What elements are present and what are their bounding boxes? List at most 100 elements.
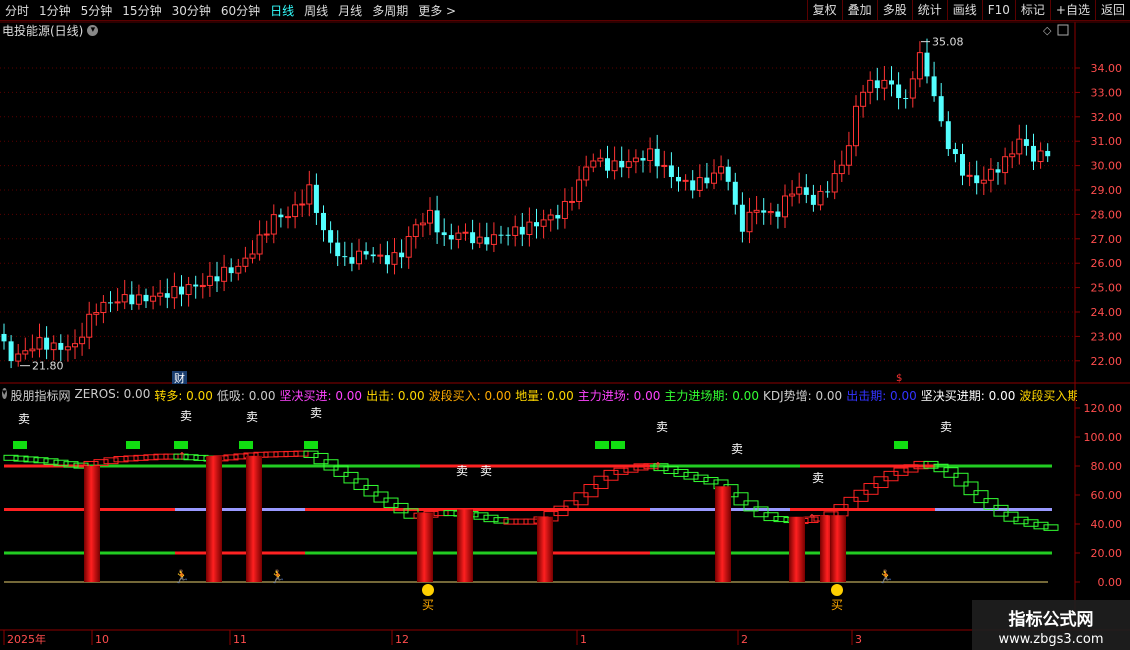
low-price-label: 21.80: [32, 360, 64, 373]
candle-body: [476, 236, 483, 244]
sell-label: 卖: [180, 409, 192, 423]
oscillator-step: [733, 492, 749, 506]
indicator-legend-item: 坚决买进期: 0.00: [920, 389, 1016, 403]
price-grid: [0, 67, 1075, 362]
candle-body: [214, 276, 220, 282]
candle-body: [803, 187, 809, 195]
candle-body: [498, 234, 504, 236]
signal-bar: [206, 455, 222, 582]
candle-body: [903, 98, 909, 100]
indicator-legend-item: 地量: 0.00: [515, 389, 574, 403]
candle-body: [335, 242, 341, 257]
indicator-name[interactable]: 股朋指标网: [11, 387, 71, 404]
time-axis: 2025年 10 11 12 1 2 3: [3, 630, 862, 646]
candle-body: [980, 179, 987, 184]
candle-body: [711, 172, 717, 184]
window-icon[interactable]: [1057, 24, 1069, 36]
candle-body: [249, 253, 256, 259]
signal-block: [239, 441, 253, 449]
price-tick-label: 31.00: [1091, 135, 1123, 148]
candle-body: [867, 79, 874, 93]
candle-body: [625, 161, 632, 168]
candle-body: [50, 342, 57, 351]
watermark: 指标公式网 www.zbgs3.com: [972, 600, 1130, 650]
candle-body: [1045, 150, 1051, 157]
candle-body: [690, 180, 696, 191]
oscillator-step: [1023, 519, 1039, 527]
indicator-legend: ▾ 股朋指标网 ZEROS: 0.00 转多: 0.00 低吸: 0.00 坚决买进:…: [2, 387, 1077, 404]
candle-body: [896, 84, 902, 99]
candle-body: [874, 80, 880, 89]
candle-body: [1037, 150, 1044, 163]
candle-body: [590, 160, 597, 168]
price-axis: 34.00 33.00 32.00 31.00 30.00 29.00 28.00 27.00…: [1075, 62, 1122, 368]
candle-body: [150, 295, 157, 302]
candle-body: [278, 214, 284, 218]
candle-body: [79, 336, 86, 345]
candle-body: [796, 186, 803, 195]
candle-body: [328, 230, 334, 243]
oscillator-step: [663, 466, 679, 475]
price-tick-label: 26.00: [1091, 257, 1123, 270]
candle-body: [108, 302, 113, 304]
signal-block: [304, 441, 318, 449]
candle-body: [960, 154, 965, 176]
candle-body: [611, 160, 618, 172]
candle-body: [952, 149, 958, 155]
sell-label: 卖: [812, 471, 824, 485]
oscillator-step: [963, 481, 979, 496]
indicator-tick-label: 0.00: [1098, 576, 1123, 589]
oscillator-step: [873, 476, 889, 489]
candle-body: [412, 224, 419, 238]
indicator-lines: [3, 450, 1059, 531]
candle-body: [164, 293, 170, 298]
diamond-icon[interactable]: ◇: [1043, 24, 1052, 37]
candle-body: [490, 234, 497, 245]
candle-body: [391, 252, 398, 265]
price-tick-label: 30.00: [1091, 160, 1123, 173]
candle-body: [576, 179, 583, 202]
oscillator-step: [973, 490, 989, 504]
oscillator-step: [333, 465, 349, 477]
candle-body: [356, 250, 362, 265]
candle-body: [221, 266, 228, 282]
signal-block: [13, 441, 27, 449]
oscillator-step: [513, 518, 529, 525]
candle-body: [228, 267, 234, 274]
chevron-down-icon[interactable]: ▾: [2, 388, 7, 399]
indicator-legend-item: 转多: 0.00: [154, 389, 213, 403]
price-tick-label: 27.00: [1091, 233, 1123, 246]
oscillator-step: [1043, 524, 1059, 531]
candle-body: [321, 212, 326, 231]
candle-body: [817, 190, 824, 206]
candle-body: [810, 194, 816, 205]
kline-chart[interactable]: 34.0033.0032.0031.0030.0029.0028.0027.00…: [0, 0, 1130, 650]
price-tick-label: 23.00: [1091, 330, 1123, 343]
candle-body: [121, 294, 128, 303]
candle-body: [313, 184, 319, 213]
time-label: 2: [741, 633, 748, 646]
candle-body: [1016, 138, 1023, 155]
sell-label: 卖: [310, 406, 322, 420]
chevron-down-icon[interactable]: ▾: [87, 25, 99, 36]
oscillator-step: [353, 478, 369, 490]
watermark-title: 指标公式网: [1008, 610, 1094, 630]
candle-body: [718, 166, 725, 174]
signal-bar: [789, 516, 805, 582]
oscillator-step: [1033, 521, 1049, 530]
candle-body: [931, 76, 937, 97]
oscillator-step: [483, 514, 499, 523]
time-label: 3: [855, 633, 862, 646]
candle-body: [853, 105, 859, 147]
candle-body: [889, 80, 894, 85]
candle-body: [775, 211, 781, 217]
candle-body: [363, 251, 369, 255]
sell-label: 卖: [480, 464, 492, 478]
candle-body: [455, 232, 462, 240]
candle-body: [995, 169, 1001, 173]
signal-block: [894, 441, 908, 449]
time-label: 10: [95, 633, 109, 646]
candle-body: [199, 284, 206, 287]
sell-label: 卖: [940, 420, 952, 434]
candle-body: [100, 301, 107, 314]
